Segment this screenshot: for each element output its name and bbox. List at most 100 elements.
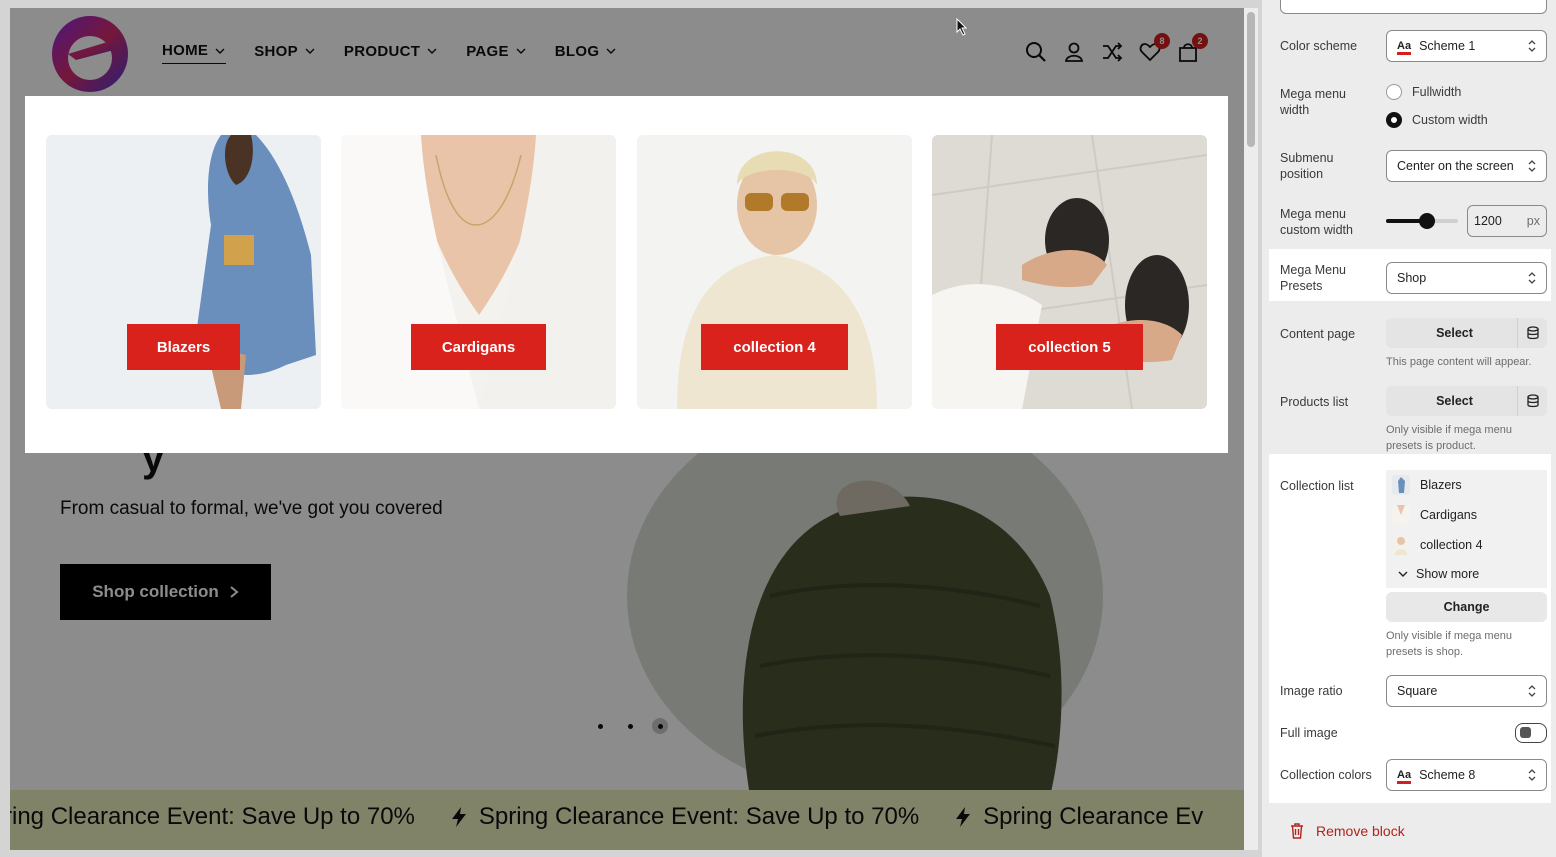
show-more-button[interactable]: Show more	[1386, 560, 1547, 588]
select-value: Shop	[1397, 271, 1427, 285]
user-icon	[1064, 42, 1084, 62]
nav-item-page[interactable]: PAGE	[466, 42, 527, 64]
mega-menu-dropdown: Blazers Cardigans collection 4 collectio…	[25, 96, 1228, 453]
slide-dot-1[interactable]	[592, 718, 608, 734]
store-preview: HOME SHOP PRODUCT PAGE BLOG 8 2 y From c…	[10, 8, 1244, 850]
input-unit: px	[1526, 214, 1540, 228]
nav-item-home[interactable]: HOME	[162, 42, 227, 64]
mega-card-collection-4[interactable]: collection 4	[637, 135, 912, 409]
nav-item-shop[interactable]: SHOP	[254, 42, 316, 64]
nav-item-product[interactable]: PRODUCT	[344, 42, 438, 64]
mega-card-blazers[interactable]: Blazers	[46, 135, 321, 409]
chevron-down-icon	[427, 48, 437, 54]
select-value: Scheme 1	[1419, 39, 1476, 53]
nav-label: BLOG	[554, 42, 600, 60]
color-scheme-swatch-icon: Aa	[1397, 40, 1412, 55]
slide-dots	[592, 718, 668, 734]
full-image-label: Full image	[1280, 726, 1338, 740]
content-page-select-button[interactable]: Select	[1386, 318, 1547, 348]
chevron-down-icon	[1398, 571, 1408, 577]
main-nav: HOME SHOP PRODUCT PAGE BLOG	[162, 42, 617, 64]
radio-custom-width[interactable]: Custom width	[1386, 112, 1488, 128]
custom-width-label: Mega menu custom width	[1280, 207, 1353, 237]
nav-item-blog[interactable]: BLOG	[555, 42, 618, 64]
products-list-select-button[interactable]: Select	[1386, 386, 1547, 416]
radio-label: Fullwidth	[1412, 85, 1462, 99]
lightning-icon	[451, 807, 466, 827]
mega-card-collection-5[interactable]: collection 5	[932, 135, 1207, 409]
slide-dot-2[interactable]	[622, 718, 638, 734]
mouse-pointer-icon	[956, 18, 968, 36]
collection-label: Blazers	[127, 324, 240, 370]
cart-count-badge: 2	[1192, 33, 1208, 49]
select-value: Square	[1397, 684, 1438, 698]
compare-button[interactable]	[1101, 41, 1123, 63]
chevron-down-icon	[606, 48, 616, 54]
collection-label: Cardigans	[411, 324, 546, 370]
select-value: Scheme 8	[1419, 768, 1476, 782]
marquee-text: ring Clearance Event: Save Up to 70%	[10, 803, 415, 830]
hero-subtitle: From casual to formal, we've got you cov…	[60, 498, 443, 519]
collection-name: Blazers	[1420, 478, 1462, 492]
submenu-position-label: Submenu position	[1280, 151, 1334, 181]
products-list-hint: Only visible if mega menu presets is pro…	[1386, 424, 1512, 452]
nav-label: SHOP	[254, 42, 298, 60]
slider-knob[interactable]	[1419, 213, 1436, 229]
collection-colors-label: Collection colors	[1280, 768, 1372, 782]
mega-card-cardigans[interactable]: Cardigans	[341, 135, 616, 409]
nav-label: PRODUCT	[343, 42, 421, 60]
radio-label: Custom width	[1412, 113, 1488, 127]
shuffle-icon	[1103, 42, 1123, 62]
search-button[interactable]	[1025, 41, 1047, 63]
database-icon	[1517, 386, 1547, 416]
marquee-text: Spring Clearance Event: Save Up to 70%	[478, 803, 920, 830]
wishlist-button[interactable]: 8	[1139, 33, 1170, 63]
radio-fullwidth[interactable]: Fullwidth	[1386, 84, 1461, 100]
content-page-label: Content page	[1280, 327, 1356, 341]
nav-label: PAGE	[466, 42, 509, 60]
cart-button[interactable]: 2	[1177, 33, 1208, 63]
chevron-right-icon	[230, 586, 239, 598]
custom-width-slider[interactable]	[1386, 213, 1458, 229]
custom-width-input[interactable]: 1200 px	[1467, 205, 1547, 237]
shop-collection-button[interactable]: Shop collection	[60, 564, 271, 620]
submenu-position-select[interactable]: Center on the screen	[1386, 150, 1547, 182]
mega-menu-width-label: Mega menu width	[1280, 87, 1347, 117]
nav-label: HOME	[162, 42, 209, 59]
marquee-item: Spring Clearance Event: Save Up to 70%	[449, 803, 919, 831]
slide-dot-3[interactable]	[652, 718, 668, 734]
database-icon	[1517, 318, 1547, 348]
image-ratio-label: Image ratio	[1280, 684, 1343, 698]
remove-block-label: Remove block	[1316, 823, 1405, 839]
collection-colors-select[interactable]: Aa Scheme 8	[1386, 759, 1547, 791]
remove-block-button[interactable]: Remove block	[1290, 823, 1405, 839]
scrollbar-thumb[interactable]	[1247, 12, 1255, 147]
products-list-label: Products list	[1280, 395, 1349, 409]
collection-list-label: Collection list	[1280, 479, 1354, 493]
change-collections-button[interactable]: Change	[1386, 592, 1547, 622]
collection-list-item[interactable]: Cardigans	[1386, 500, 1547, 530]
collection-list-item[interactable]: Blazers	[1386, 470, 1547, 500]
hero-jacket-image	[742, 480, 1062, 796]
collection-name: collection 4	[1420, 538, 1483, 552]
select-value: Center on the screen	[1397, 159, 1514, 173]
top-field-partial[interactable]	[1280, 0, 1547, 14]
announcement-marquee: ring Clearance Event: Save Up to 70% Spr…	[10, 790, 1244, 850]
chevron-updown-icon	[1528, 769, 1536, 781]
presets-select[interactable]: Shop	[1386, 262, 1547, 294]
preview-scrollbar[interactable]	[1244, 8, 1258, 850]
chevron-down-icon	[215, 48, 225, 54]
logo[interactable]	[50, 14, 130, 94]
collection-thumbnail	[1392, 505, 1410, 525]
marquee-item: ring Clearance Event: Save Up to 70%	[10, 803, 415, 831]
collection-list: Blazers Cardigans collection 4 Show more…	[1386, 470, 1547, 622]
image-ratio-select[interactable]: Square	[1386, 675, 1547, 707]
collection-name: Cardigans	[1420, 508, 1477, 522]
radio-indicator	[1386, 112, 1402, 128]
account-button[interactable]	[1063, 41, 1085, 63]
full-image-toggle[interactable]	[1515, 723, 1547, 743]
collection-list-item[interactable]: collection 4	[1386, 530, 1547, 560]
collection-thumbnail	[1392, 535, 1410, 555]
lightning-icon	[956, 807, 971, 827]
color-scheme-select[interactable]: Aa Scheme 1	[1386, 30, 1547, 62]
